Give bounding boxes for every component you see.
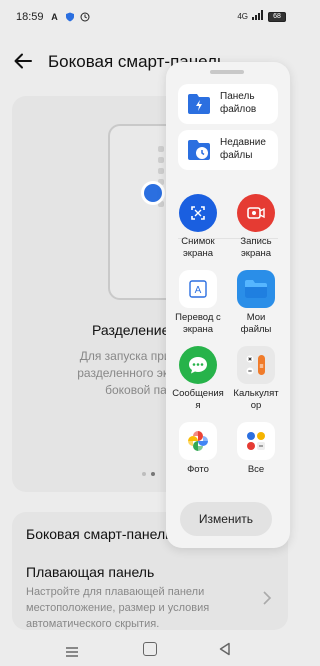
- status-bar: 18:59 A 4G 68: [0, 0, 300, 34]
- clock-icon: [80, 12, 90, 22]
- photos-icon: [179, 422, 217, 460]
- navigation-bar: [0, 634, 300, 666]
- my-files-icon: [237, 270, 275, 308]
- app-label-line: файлы: [240, 324, 272, 335]
- screen-translate-icon: A: [179, 270, 217, 308]
- smart-sidebar-panel: Панель файлов Недавние файлы Снимок экран…: [166, 62, 290, 548]
- app-label-line: Запись: [240, 236, 272, 247]
- screenshot-icon: [179, 194, 217, 232]
- app-label-line: экрана: [182, 324, 214, 335]
- battery-icon: 68: [268, 11, 286, 22]
- app-label-line: Все: [247, 464, 265, 475]
- screen-record-icon: [237, 194, 275, 232]
- app-my-files[interactable]: Мои файлы: [228, 270, 284, 336]
- svg-text:A: A: [195, 285, 202, 296]
- setting-smart-sidebar[interactable]: Боковая смарт-панель: [26, 526, 172, 542]
- app-screen-record[interactable]: Запись экрана: [228, 194, 284, 260]
- card-label-line: файлы: [220, 150, 253, 161]
- floating-panel-description: Настройте для плавающей панели местополо…: [26, 584, 256, 632]
- app-label-line: Сообщения: [172, 388, 224, 399]
- app-screen-translate[interactable]: A Перевод с экрана: [170, 270, 226, 336]
- app-label-line: ор: [250, 400, 262, 411]
- setting-floating-panel[interactable]: Плавающая панель: [26, 564, 154, 580]
- app-calculator[interactable]: Калькулят ор: [228, 346, 284, 412]
- desc-line: автоматического скрытия.: [26, 618, 160, 630]
- back-triangle-icon[interactable]: [218, 642, 232, 656]
- recent-apps-icon[interactable]: [66, 644, 78, 657]
- app-messages[interactable]: Сообщения я: [170, 346, 226, 412]
- shield-icon: [65, 12, 75, 22]
- feature-title: Разделение: [92, 322, 170, 338]
- card-label-line: файлов: [220, 104, 257, 115]
- app-label-line: я: [195, 400, 201, 411]
- file-panel-card[interactable]: Панель файлов: [178, 84, 278, 124]
- app-label-line: экрана: [182, 248, 214, 259]
- panel-grip-handle[interactable]: [210, 70, 244, 74]
- desc-line: местоположение, размер и условия: [26, 602, 210, 614]
- home-icon[interactable]: [143, 642, 157, 656]
- app-label-line: Мои: [246, 312, 266, 323]
- app-label-line: Калькулят: [233, 388, 279, 399]
- app-screenshot[interactable]: Снимок экрана: [170, 194, 226, 260]
- page-indicator: [142, 472, 155, 476]
- messages-icon: [179, 346, 217, 384]
- desc-line: Настройте для плавающей панели: [26, 586, 205, 598]
- app-label-line: Перевод с: [175, 312, 221, 323]
- back-arrow-icon[interactable]: [12, 50, 34, 72]
- all-apps-icon: [237, 422, 275, 460]
- app-label-line: Снимок: [181, 236, 215, 247]
- status-time: 18:59: [16, 11, 44, 23]
- recent-files-icon: [186, 138, 212, 162]
- recent-files-card[interactable]: Недавние файлы: [178, 130, 278, 170]
- calculator-icon: [237, 346, 275, 384]
- file-panel-icon: [186, 92, 212, 116]
- app-a-icon: A: [51, 12, 58, 22]
- card-label-line: Недавние: [220, 137, 266, 148]
- network-type: 4G: [237, 12, 248, 21]
- app-photos[interactable]: Фото: [170, 422, 226, 476]
- status-right: 4G 68: [237, 10, 286, 23]
- app-label-line: экрана: [240, 248, 272, 259]
- split-dot-illustration: [144, 184, 162, 202]
- app-all-apps[interactable]: Все: [228, 422, 284, 476]
- chevron-right-icon[interactable]: [262, 590, 272, 606]
- app-label-line: Фото: [187, 464, 209, 475]
- signal-icon: [252, 10, 264, 23]
- card-label-line: Панель: [220, 91, 255, 102]
- edit-button[interactable]: Изменить: [180, 502, 272, 536]
